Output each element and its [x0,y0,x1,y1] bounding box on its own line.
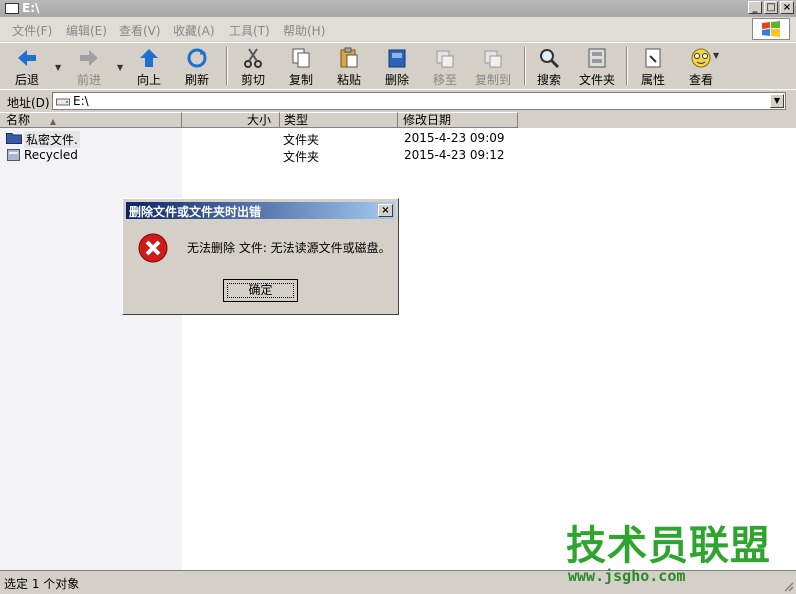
paste-icon [340,47,358,68]
column-header-size[interactable]: 大小 [182,112,280,128]
dialog-title: 删除文件或文件夹时出错 [129,205,262,219]
file-list-pane[interactable]: 名称 ▲ 大小 类型 修改日期 私密文件. 文件夹 2015-4-23 09:0… [0,112,796,570]
windows-logo-icon [752,18,790,40]
copy-to-button[interactable]: 复制到 [468,45,518,87]
window-titlebar[interactable]: E:\ _ □ × [0,0,796,17]
search-button[interactable]: 搜索 [524,45,574,87]
forward-label: 前进 [76,73,101,87]
menu-favorites[interactable]: 收藏(A) [173,22,215,39]
forward-button[interactable]: 前进 [64,45,114,87]
search-label: 搜索 [536,73,561,87]
move-to-label: 移至 [432,73,457,87]
refresh-button[interactable]: 刷新 [172,45,222,87]
focus-rect [227,283,294,298]
properties-label: 属性 [640,73,665,87]
up-arrow-icon [140,49,158,67]
drive-icon [56,98,70,106]
view-icon [691,48,711,68]
move-to-button[interactable]: 移至 [420,45,470,87]
properties-icon [645,48,661,68]
forward-arrow-icon [80,50,98,66]
folders-label: 文件夹 [578,73,615,87]
drive-icon [5,3,19,14]
recycle-folder-icon [7,149,20,161]
minimize-button[interactable]: _ [748,1,762,14]
column-header-type[interactable]: 类型 [280,112,398,128]
column-type-label: 类型 [284,113,309,127]
address-label: 地址(D) [7,96,50,110]
file-type: 文件夹 [283,133,320,147]
ok-button[interactable]: 确定 [223,279,298,302]
back-label: 后退 [14,73,39,87]
column-modified-label: 修改日期 [403,113,452,127]
up-button[interactable]: 向上 [124,45,174,87]
properties-button[interactable]: 属性 [628,45,678,87]
move-to-icon [436,50,454,68]
copy-label: 复制 [288,73,313,87]
address-input[interactable]: E:\ ▼ [52,92,786,110]
menu-tools[interactable]: 工具(T) [229,22,270,39]
menu-file[interactable]: 文件(F) [12,22,52,39]
file-name: Recycled [24,148,78,162]
delete-button[interactable]: 删除 [372,45,422,87]
menu-bar: 文件(F) 编辑(E) 查看(V) 收藏(A) 工具(T) 帮助(H) [0,17,796,41]
copy-button[interactable]: 复制 [276,45,326,87]
cut-label: 剪切 [240,73,265,87]
file-row[interactable]: Recycled 文件夹 2015-4-23 09:12 [0,147,796,164]
watermark-url: www.jsgho.com [568,567,686,585]
back-dropdown-icon[interactable]: ▼ [55,63,61,72]
scissors-icon [244,48,262,68]
address-bar: 地址(D) E:\ ▼ [0,89,796,112]
dialog-close-button[interactable]: × [378,204,393,217]
address-value: E:\ [73,94,89,108]
refresh-icon [187,48,207,68]
file-modified: 2015-4-23 09:09 [404,131,505,145]
column-header-name[interactable]: 名称 ▲ [0,112,182,128]
file-modified: 2015-4-23 09:12 [404,148,505,162]
delete-label: 删除 [384,73,409,87]
error-icon [138,233,168,263]
dialog-message: 无法删除 文件: 无法读源文件或磁盘。 [187,241,391,255]
file-type: 文件夹 [283,150,320,164]
copy-icon [292,48,310,68]
toolbar: 后退 ▼ 前进 ▼ 向上 刷新 剪切 复制 粘贴 删除 移至 复制到 搜索 文件… [0,42,796,90]
column-headers: 名称 ▲ 大小 类型 修改日期 [0,112,796,128]
file-name: 私密文件. [24,131,80,148]
up-label: 向上 [136,73,161,87]
window-title: E:\ [22,1,40,15]
column-name-label: 名称 [6,113,31,127]
delete-icon [388,49,406,68]
copy-to-icon [484,50,502,68]
file-row[interactable]: 私密文件. 文件夹 2015-4-23 09:09 [0,130,796,148]
search-icon [540,49,560,69]
forward-dropdown-icon[interactable]: ▼ [117,63,123,72]
address-dropdown-button[interactable]: ▼ [770,94,784,108]
maximize-button[interactable]: □ [764,1,778,14]
watermark: 技术员联盟 www.jsgho.com [566,524,796,590]
paste-label: 粘贴 [336,73,361,87]
view-label: 查看 [688,73,713,87]
watermark-title: 技术员联盟 [566,523,771,569]
back-button[interactable]: 后退 [2,45,52,87]
menu-view[interactable]: 查看(V) [119,22,161,39]
menu-help[interactable]: 帮助(H) [283,22,325,39]
copy-to-label: 复制到 [474,73,511,87]
back-arrow-icon [18,50,36,66]
cut-button[interactable]: 剪切 [228,45,278,87]
dialog-titlebar[interactable]: 删除文件或文件夹时出错 × [126,202,395,219]
close-button[interactable]: × [780,1,794,14]
sort-ascending-icon: ▲ [49,117,56,126]
column-size-label: 大小 [246,113,271,127]
folders-icon [588,48,606,68]
refresh-label: 刷新 [184,73,209,87]
status-text: 选定 1 个对象 [4,577,80,591]
paste-button[interactable]: 粘贴 [324,45,374,87]
view-dropdown-icon[interactable]: ▼ [713,51,719,60]
column-header-modified[interactable]: 修改日期 [398,112,518,128]
menu-edit[interactable]: 编辑(E) [66,22,107,39]
folder-icon [6,133,22,144]
folders-button[interactable]: 文件夹 [572,45,622,87]
name-column-background [0,128,182,570]
error-dialog: 删除文件或文件夹时出错 × 无法删除 文件: 无法读源文件或磁盘。 确定 [122,198,399,315]
